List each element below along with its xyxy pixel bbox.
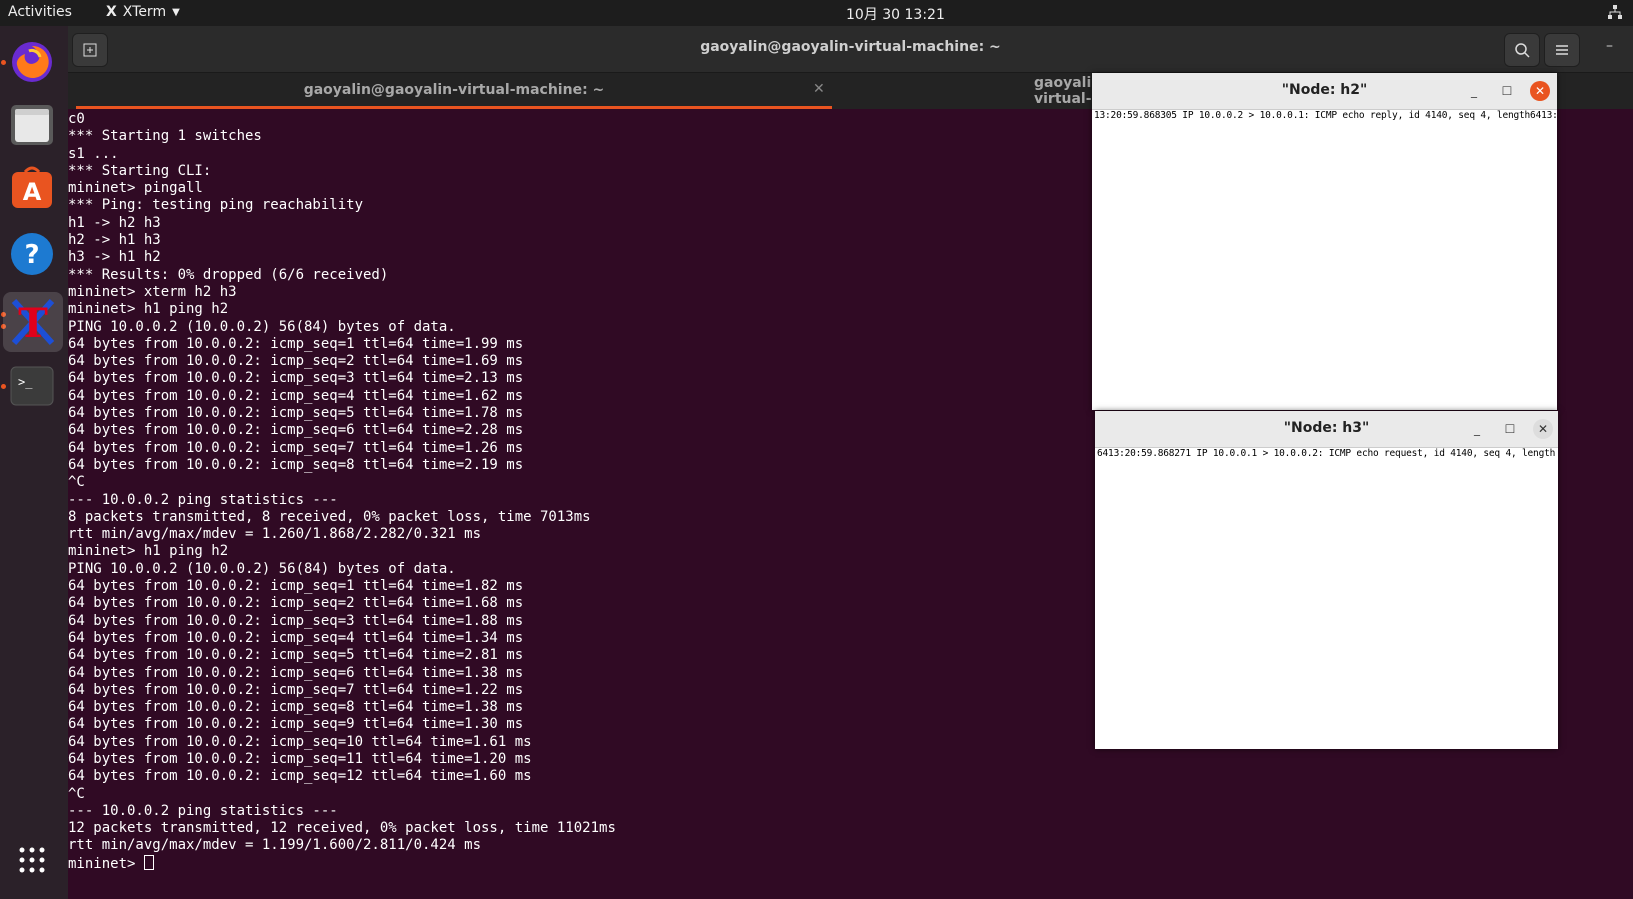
clock[interactable]: 10月 30 13:21 <box>846 4 945 24</box>
terminal-output[interactable]: c0 *** Starting 1 switches s1 ... *** Start… <box>68 111 1098 899</box>
xterm-titlebar: "Node: h3" _ ☐ ✕ <box>1095 411 1558 448</box>
terminal-line: h3 -> h1 h2 <box>68 249 161 266</box>
terminal-line: h1 -> h2 h3 <box>68 214 161 231</box>
terminal-line: 64 bytes from 10.0.0.2: icmp_seq=7 ttl=6… <box>68 681 524 698</box>
app-menu[interactable]: X XTerm ▼ <box>106 4 180 20</box>
chevron-down-icon: ▼ <box>172 6 180 18</box>
activities-button[interactable]: Activities <box>8 4 72 20</box>
terminal-line: mininet> h1 ping h2 <box>68 543 229 560</box>
node_h3-line: 64 <box>1097 448 1109 459</box>
terminal-line: ^C <box>68 785 85 802</box>
terminal-line: 64 bytes from 10.0.0.2: icmp_seq=12 ttl=… <box>68 768 532 785</box>
terminal-line: *** Results: 0% dropped (6/6 received) <box>68 266 389 283</box>
terminal-line: 12 packets transmitted, 12 received, 0% … <box>68 820 616 837</box>
node_h2-line: 13:20:59.868305 IP 10.0.0.2 > 10.0.0.1: … <box>1094 110 1531 121</box>
xterm-icon[interactable]: T <box>3 292 63 352</box>
svg-text:T: T <box>18 300 48 347</box>
terminal-line: --- 10.0.0.2 ping statistics --- <box>68 491 338 508</box>
close-icon[interactable]: ✕ <box>1530 81 1550 101</box>
terminal-line: rtt min/avg/max/mdev = 1.260/1.868/2.282… <box>68 526 482 543</box>
xterm-titlebar: "Node: h2" _ ☐ ✕ <box>1092 73 1557 110</box>
terminal-line: c0 <box>68 111 85 127</box>
tab-terminal-1[interactable]: gaoyalin@gaoyalin-virtual-machine: ~ ✕ <box>76 73 832 109</box>
minimize-button[interactable]: – <box>1606 38 1613 54</box>
running-indicator <box>1 60 6 65</box>
apps-grid-icon[interactable] <box>8 836 56 884</box>
dock: A ? T >_ <box>0 26 68 899</box>
terminal-line: --- 10.0.0.2 ping statistics --- <box>68 802 338 819</box>
terminal-line: 64 bytes from 10.0.0.2: icmp_seq=5 ttl=6… <box>68 405 524 422</box>
xterm-title: "Node: h2" <box>1281 82 1368 98</box>
xterm-app-icon: X <box>106 4 117 20</box>
terminal-line: mininet> xterm h2 h3 <box>68 283 237 300</box>
terminal-line: mininet> pingall <box>68 180 203 197</box>
minimize-icon[interactable]: _ <box>1467 419 1487 439</box>
search-button[interactable] <box>1504 33 1540 67</box>
window-title: gaoyalin@gaoyalin-virtual-machine: ~ <box>700 39 1001 55</box>
terminal-line: 64 bytes from 10.0.0.2: icmp_seq=6 ttl=6… <box>68 664 524 681</box>
header-bar: gaoyalin@gaoyalin-virtual-machine: ~ – <box>68 26 1633 73</box>
close-tab-icon[interactable]: ✕ <box>813 81 825 97</box>
node_h2-line: 13:21:00.871488 IP 10.0.0.1 > 10.0.0.2: … <box>1541 110 1557 121</box>
maximize-icon[interactable]: ☐ <box>1500 419 1520 439</box>
network-icon[interactable] <box>1607 4 1623 24</box>
terminal-line: PING 10.0.0.2 (10.0.0.2) 56(84) bytes of… <box>68 318 456 335</box>
terminal-line: 64 bytes from 10.0.0.2: icmp_seq=2 ttl=6… <box>68 595 524 612</box>
terminal-icon[interactable]: >_ <box>8 362 56 410</box>
svg-text:A: A <box>23 178 42 206</box>
terminal-line: 64 bytes from 10.0.0.2: icmp_seq=4 ttl=6… <box>68 629 524 646</box>
terminal-line: 64 bytes from 10.0.0.2: icmp_seq=10 ttl=… <box>68 733 532 750</box>
terminal-line: h2 -> h1 h3 <box>68 232 161 249</box>
help-icon[interactable]: ? <box>8 230 56 278</box>
svg-text:?: ? <box>24 240 39 270</box>
terminal-line: s1 ... <box>68 145 119 162</box>
terminal-line: 64 bytes from 10.0.0.2: icmp_seq=8 ttl=6… <box>68 699 524 716</box>
files-icon[interactable] <box>8 101 56 149</box>
terminal-line: 8 packets transmitted, 8 received, 0% pa… <box>68 508 591 525</box>
terminal-line: 64 bytes from 10.0.0.2: icmp_seq=6 ttl=6… <box>68 422 524 439</box>
node_h3-line: 13:20:59.868271 IP 10.0.0.1 > 10.0.0.2: … <box>1108 448 1550 459</box>
prompt-line[interactable]: mininet> <box>68 854 1098 873</box>
prompt: mininet> <box>68 855 144 872</box>
xterm-title: "Node: h3" <box>1283 420 1370 436</box>
cursor <box>143 854 154 870</box>
minimize-icon[interactable]: _ <box>1464 81 1484 101</box>
terminal-line: 64 bytes from 10.0.0.2: icmp_seq=3 ttl=6… <box>68 370 524 387</box>
terminal-line: 64 bytes from 10.0.0.2: icmp_seq=11 ttl=… <box>68 750 532 767</box>
running-indicator <box>1 384 6 389</box>
svg-text:>_: >_ <box>18 375 33 389</box>
firefox-icon[interactable] <box>8 38 56 86</box>
terminal-line: 64 bytes from 10.0.0.2: icmp_seq=2 ttl=6… <box>68 353 524 370</box>
terminal-line: 64 bytes from 10.0.0.2: icmp_seq=9 ttl=6… <box>68 716 524 733</box>
app-menu-label: XTerm <box>122 4 167 20</box>
menu-button[interactable] <box>1544 33 1580 67</box>
maximize-icon[interactable]: ☐ <box>1497 81 1517 101</box>
xterm-window-h3: "Node: h3" _ ☐ ✕ 6413:20:59.868271 IP 10… <box>1095 411 1558 749</box>
terminal-line: ^C <box>68 474 85 491</box>
terminal-line: 64 bytes from 10.0.0.2: icmp_seq=8 ttl=6… <box>68 456 524 473</box>
terminal-line: *** Starting 1 switches <box>68 128 262 145</box>
top-bar: Activities X XTerm ▼ 10月 30 13:21 <box>0 0 1633 26</box>
terminal-line: 64 bytes from 10.0.0.2: icmp_seq=1 ttl=6… <box>68 578 524 595</box>
close-icon[interactable]: ✕ <box>1533 419 1553 439</box>
tab-label: gaoyalin@gaoyalin-virtual-machine: ~ <box>303 81 605 98</box>
node_h2-line: 64 <box>1530 110 1542 121</box>
xterm-window-h2: "Node: h2" _ ☐ ✕ 13:20:59.868305 IP 10.0… <box>1092 73 1557 410</box>
terminal-line: mininet> h1 ping h2 <box>68 301 229 318</box>
terminal-line: *** Ping: testing ping reachability <box>68 197 364 214</box>
terminal-line: 64 bytes from 10.0.0.2: icmp_seq=4 ttl=6… <box>68 387 524 404</box>
node_h3-line: h 64 <box>1549 448 1556 459</box>
software-icon[interactable]: A <box>8 164 56 212</box>
terminal-line: 64 bytes from 10.0.0.2: icmp_seq=1 ttl=6… <box>68 335 524 352</box>
terminal-line: PING 10.0.0.2 (10.0.0.2) 56(84) bytes of… <box>68 560 456 577</box>
xterm-output-h2[interactable]: 13:20:59.868305 IP 10.0.0.2 > 10.0.0.1: … <box>1092 110 1557 122</box>
terminal-line: 64 bytes from 10.0.0.2: icmp_seq=7 ttl=6… <box>68 439 524 456</box>
terminal-line: rtt min/avg/max/mdev = 1.199/1.600/2.811… <box>68 837 482 854</box>
terminal-line: 64 bytes from 10.0.0.2: icmp_seq=3 ttl=6… <box>68 612 524 629</box>
terminal-line: 64 bytes from 10.0.0.2: icmp_seq=5 ttl=6… <box>68 647 524 664</box>
terminal-line: *** Starting CLI: <box>68 162 212 179</box>
xterm-output-h3[interactable]: 6413:20:59.868271 IP 10.0.0.1 > 10.0.0.2… <box>1095 448 1558 460</box>
